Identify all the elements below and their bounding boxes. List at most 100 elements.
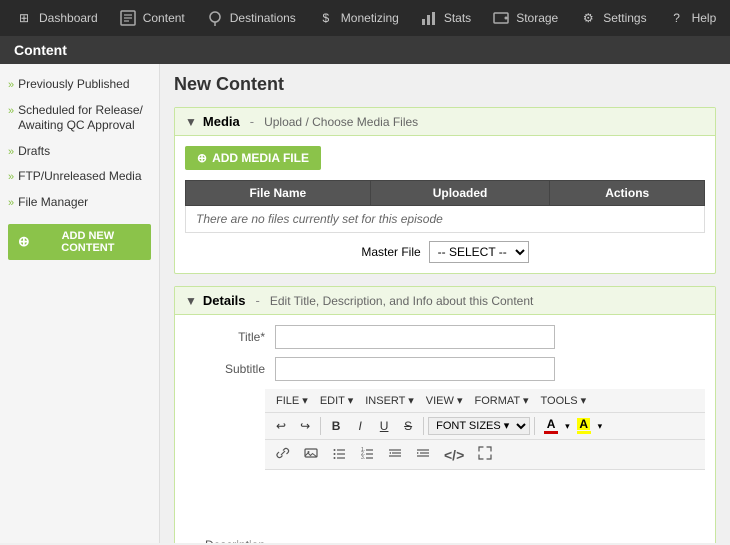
rte-format-menu[interactable]: FORMAT ▾ — [468, 392, 534, 409]
chevron-right-icon: » — [8, 170, 14, 184]
rte-menubar: FILE ▾ EDIT ▾ INSERT ▾ VIEW ▾ FORMAT ▾ T… — [265, 389, 705, 413]
file-table: File Name Uploaded Actions There are no … — [185, 180, 705, 233]
description-row: FILE ▾ EDIT ▾ INSERT ▾ VIEW ▾ FORMAT ▾ T… — [185, 389, 705, 530]
nav-help[interactable]: ? Help — [657, 0, 727, 36]
rte-editor-body[interactable] — [265, 470, 705, 530]
details-section-subtitle: Edit Title, Description, and Info about … — [270, 294, 533, 308]
main-content-area: New Content ▼ Media - Upload / Choose Me… — [160, 64, 730, 543]
sidebar-ftp-label: FTP/Unreleased Media — [18, 169, 141, 185]
subtitle-input[interactable] — [275, 357, 555, 381]
rte-divider-1 — [320, 417, 321, 435]
stats-icon — [419, 8, 439, 28]
sidebar-file-manager-label: File Manager — [18, 195, 88, 211]
sidebar-item-file-manager[interactable]: » File Manager — [0, 190, 159, 216]
file-table-header-row: File Name Uploaded Actions — [186, 181, 705, 206]
nav-content[interactable]: Content — [108, 0, 195, 36]
rte-view-menu[interactable]: VIEW ▾ — [420, 392, 469, 409]
nav-content-label: Content — [143, 11, 185, 25]
chevron-right-icon: » — [8, 104, 14, 118]
master-file-row: Master File -- SELECT -- — [185, 241, 705, 263]
rte-strikethrough-button[interactable]: S — [397, 416, 419, 436]
help-icon: ? — [667, 8, 687, 28]
master-file-select[interactable]: -- SELECT -- — [429, 241, 529, 263]
title-label: Title* — [185, 330, 265, 344]
rte-color-dropdown-arrow[interactable]: ▾ — [565, 421, 570, 432]
rte-blockquote-button[interactable]: </> — [438, 444, 470, 466]
rte-redo-button[interactable]: ↪ — [294, 416, 316, 436]
settings-icon: ⚙ — [578, 8, 598, 28]
nav-stats-label: Stats — [444, 11, 471, 25]
sidebar-item-previously-published[interactable]: » Previously Published — [0, 72, 159, 98]
rte-undo-button[interactable]: ↩ — [270, 416, 292, 436]
plus-icon: ⊕ — [18, 233, 30, 250]
chevron-right-icon: » — [8, 78, 14, 92]
svg-text:3.: 3. — [361, 455, 365, 460]
nav-stats[interactable]: Stats — [409, 0, 481, 36]
rich-text-editor: FILE ▾ EDIT ▾ INSERT ▾ VIEW ▾ FORMAT ▾ T… — [265, 389, 705, 530]
rte-text-color-button[interactable]: A — [539, 416, 563, 436]
rte-file-menu[interactable]: FILE ▾ — [270, 392, 314, 409]
rte-divider-2 — [423, 417, 424, 435]
details-title-separator: - — [256, 293, 260, 308]
subtitle-field-row: Subtitle — [185, 357, 705, 381]
add-new-content-label: ADD NEW CONTENT — [35, 230, 141, 254]
nav-storage[interactable]: Storage — [481, 0, 568, 36]
sidebar-scheduled-label: Scheduled for Release/ Awaiting QC Appro… — [18, 103, 151, 134]
nav-monetizing-label: Monetizing — [341, 11, 399, 25]
text-color-letter: A — [547, 418, 556, 430]
rte-image-button[interactable] — [298, 443, 324, 466]
rte-bg-color-dropdown-arrow[interactable]: ▾ — [598, 421, 603, 432]
add-media-file-label: ADD MEDIA FILE — [212, 151, 309, 165]
content-header-label: Content — [14, 42, 67, 58]
rte-bullet-list-button[interactable] — [326, 443, 352, 466]
details-section-body: Title* Subtitle FILE ▾ EDIT ▾ IN — [175, 315, 715, 543]
nav-settings[interactable]: ⚙ Settings — [568, 0, 656, 36]
media-section-body: ⊕ ADD MEDIA FILE File Name Uploaded Acti… — [175, 136, 715, 273]
nav-destinations[interactable]: Destinations — [195, 0, 306, 36]
rte-italic-button[interactable]: I — [349, 416, 371, 436]
rte-underline-button[interactable]: U — [373, 416, 395, 436]
bg-color-bar — [577, 431, 591, 434]
nav-dashboard[interactable]: ⊞ Dashboard — [4, 0, 108, 36]
rte-edit-menu[interactable]: EDIT ▾ — [314, 392, 359, 409]
page-title: New Content — [174, 74, 716, 95]
subtitle-label: Subtitle — [185, 362, 265, 376]
no-files-message: There are no files currently set for thi… — [186, 206, 705, 233]
dashboard-icon: ⊞ — [14, 8, 34, 28]
monetizing-icon: $ — [316, 8, 336, 28]
add-new-content-button[interactable]: ⊕ ADD NEW CONTENT — [8, 224, 151, 260]
sidebar-item-ftp[interactable]: » FTP/Unreleased Media — [0, 164, 159, 190]
text-color-bar — [544, 431, 558, 434]
sidebar-item-drafts[interactable]: » Drafts — [0, 139, 159, 165]
rte-tools-menu[interactable]: TOOLS ▾ — [535, 392, 593, 409]
nav-help-label: Help — [692, 11, 717, 25]
rte-fullscreen-button[interactable] — [472, 443, 498, 466]
rte-bold-button[interactable]: B — [325, 416, 347, 436]
details-toggle-icon[interactable]: ▼ — [185, 294, 197, 308]
rte-bg-color-button[interactable]: A — [572, 416, 596, 436]
rte-font-sizes-select[interactable]: FONT SIZES ▾ — [428, 417, 530, 435]
details-section-header: ▼ Details - Edit Title, Description, and… — [175, 287, 715, 315]
rte-ordered-list-button[interactable]: 1.2.3. — [354, 443, 380, 466]
add-media-file-button[interactable]: ⊕ ADD MEDIA FILE — [185, 146, 321, 170]
nav-storage-label: Storage — [516, 11, 558, 25]
rte-indent-button[interactable] — [410, 443, 436, 466]
media-toggle-icon[interactable]: ▼ — [185, 115, 197, 129]
sidebar-drafts-label: Drafts — [18, 144, 50, 160]
title-input[interactable] — [275, 325, 555, 349]
rte-link-button[interactable] — [270, 443, 296, 466]
master-file-label: Master File — [361, 245, 420, 259]
rte-outdent-button[interactable] — [382, 443, 408, 466]
media-section-subtitle: Upload / Choose Media Files — [264, 115, 418, 129]
rte-toolbar-2: 1.2.3. </> — [265, 440, 705, 470]
title-field-row: Title* — [185, 325, 705, 349]
uploaded-column-header: Uploaded — [370, 181, 550, 206]
chevron-right-icon: » — [8, 196, 14, 210]
rte-insert-menu[interactable]: INSERT ▾ — [359, 392, 420, 409]
sidebar-item-scheduled[interactable]: » Scheduled for Release/ Awaiting QC App… — [0, 98, 159, 139]
description-label: Description — [185, 538, 265, 543]
no-files-row: There are no files currently set for thi… — [186, 206, 705, 233]
storage-icon — [491, 8, 511, 28]
description-label-row: Description — [185, 532, 705, 543]
nav-monetizing[interactable]: $ Monetizing — [306, 0, 409, 36]
